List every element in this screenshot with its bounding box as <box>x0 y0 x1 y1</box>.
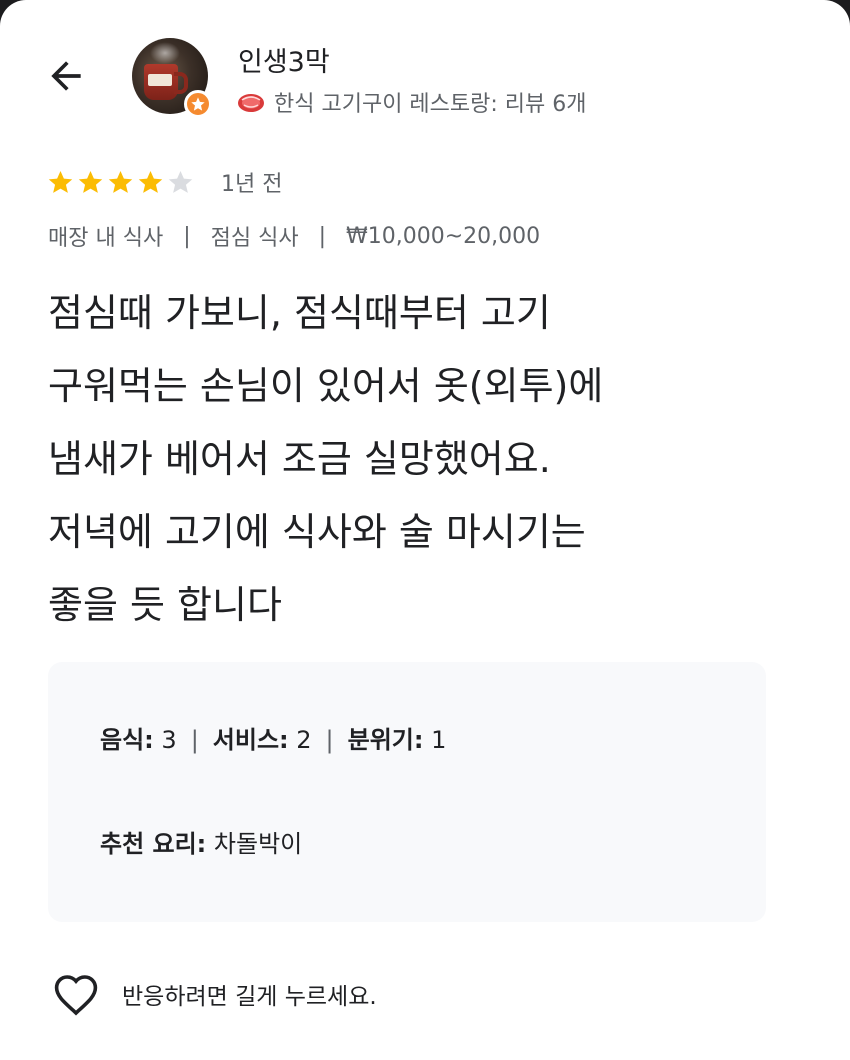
atmosphere-label: 분위기: <box>347 726 424 754</box>
meat-icon <box>238 94 264 112</box>
local-guide-badge <box>184 90 212 118</box>
review-detail-page: 인생3막 한식 고기구이 레스토랑: 리뷰 6개 1년 전 매장 내 식사 | … <box>0 0 850 1060</box>
review-time: 1년 전 <box>221 172 283 197</box>
like-row[interactable]: 반응하려면 길게 누르세요. <box>52 972 377 1016</box>
service-label: 서비스: <box>212 726 289 754</box>
back-button[interactable] <box>40 50 92 102</box>
star-filled-icon <box>138 170 163 193</box>
rating-row: 1년 전 <box>46 166 282 198</box>
review-body: 점심때 가보니, 점식때부터 고기 구워먹는 손님이 있어서 옷(외투)에 냄새… <box>48 291 604 627</box>
arrow-left-icon <box>51 61 81 91</box>
food-label: 음식: <box>100 726 154 754</box>
food-value: 3 <box>161 726 177 754</box>
recommended-label: 추천 요리: <box>100 830 207 858</box>
service-value: 2 <box>296 726 312 754</box>
local-guide-star-icon <box>191 97 205 111</box>
like-hint-text: 반응하려면 길게 누르세요. <box>122 984 377 1010</box>
reviewer-avatar-container[interactable] <box>132 38 212 118</box>
tag-dine-in: 매장 내 식사 <box>48 226 164 251</box>
recommended-dish: 추천 요리: 차돌박이 <box>100 824 302 859</box>
tag-meal-type: 점심 식사 <box>210 226 299 251</box>
recommended-value: 차돌박이 <box>213 830 303 858</box>
ratings-breakdown: 음식: 3 | 서비스: 2 | 분위기: 1 <box>100 726 447 754</box>
atmosphere-value: 1 <box>431 726 447 754</box>
heart-outline-icon[interactable] <box>52 972 100 1016</box>
tag-separator: | <box>318 223 326 249</box>
star-rating <box>46 168 195 197</box>
tag-price-range: ₩10,000~20,000 <box>346 223 541 249</box>
reviewer-meta-text: 한식 고기구이 레스토랑: 리뷰 6개 <box>274 92 587 117</box>
review-tags: 매장 내 식사 | 점심 식사 | ₩10,000~20,000 <box>48 220 540 252</box>
star-filled-icon <box>48 170 73 193</box>
star-filled-icon <box>78 170 103 193</box>
star-filled-icon <box>108 170 133 193</box>
reviewer-meta: 한식 고기구이 레스토랑: 리뷰 6개 <box>236 86 587 118</box>
tag-separator: | <box>183 223 191 249</box>
reviewer-name[interactable]: 인생3막 <box>238 40 330 79</box>
review-details-panel: 음식: 3 | 서비스: 2 | 분위기: 1 추천 요리: 차돌박이 <box>48 662 766 922</box>
star-empty-icon <box>168 170 193 193</box>
